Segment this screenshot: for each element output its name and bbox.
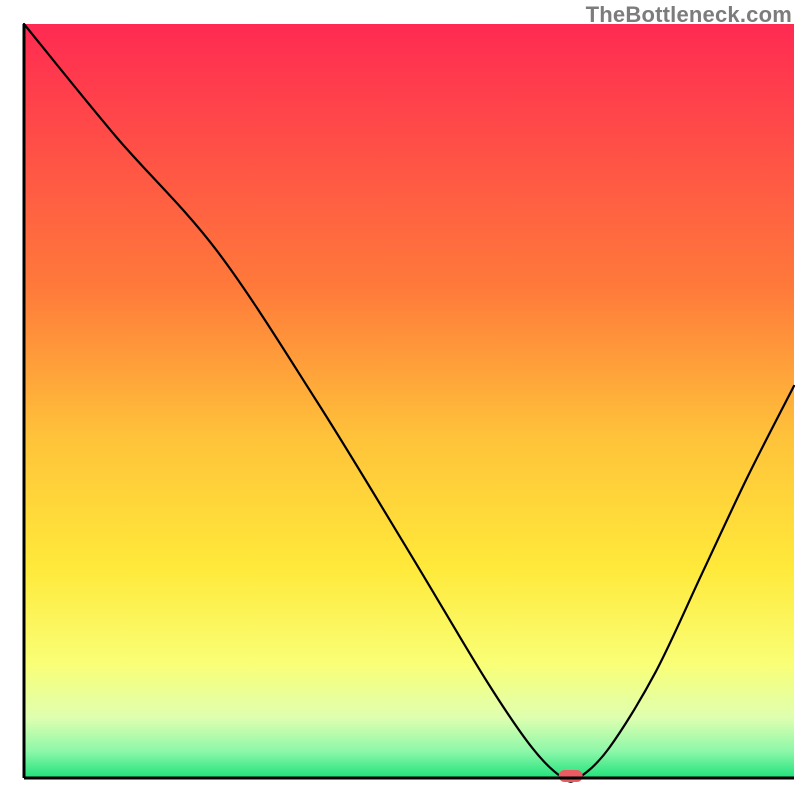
bottleneck-chart [0,0,800,800]
chart-container: { "watermark": "TheBottleneck.com", "cha… [0,0,800,800]
optimal-marker [559,770,583,782]
gradient-background [24,24,794,778]
